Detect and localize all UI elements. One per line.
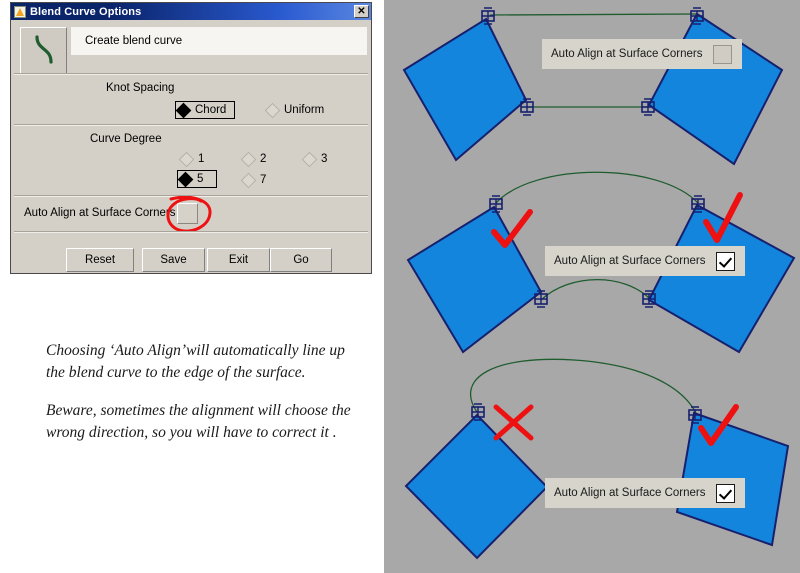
- surface-left: [402, 17, 528, 162]
- divider-1: [14, 73, 368, 75]
- auto-align-label: Auto Align at Surface Corners: [24, 207, 176, 219]
- app-icon: [14, 5, 26, 18]
- header-caption-text: Create blend curve: [85, 35, 183, 47]
- divider-4: [14, 231, 368, 233]
- blend-curve-top: [489, 13, 697, 16]
- radio-diamond-empty-icon: [178, 151, 195, 167]
- close-button[interactable]: ✕: [354, 5, 369, 18]
- corner-handle-icon: [642, 290, 656, 308]
- curve-degree-option-7[interactable]: 7: [240, 171, 278, 189]
- viewport-auto-align-box-unchecked[interactable]: Auto Align at Surface Corners: [542, 39, 742, 69]
- s-curve-icon-button[interactable]: [20, 27, 67, 74]
- panel-auto-align-off: [402, 7, 784, 166]
- viewport-auto-align-box-checked-2[interactable]: Auto Align at Surface Corners: [545, 478, 745, 508]
- radio-diamond-filled-icon: [175, 102, 192, 118]
- dialog-title: Blend Curve Options: [30, 5, 142, 18]
- curve-degree-3-label: 3: [321, 153, 328, 165]
- corner-handle-icon: [641, 98, 655, 116]
- curve-degree-option-5[interactable]: 5: [177, 170, 217, 188]
- radio-diamond-empty-icon: [240, 151, 257, 167]
- knot-spacing-option-uniform[interactable]: Uniform: [264, 101, 334, 119]
- dialog-body: Create blend curve Knot Spacing Chord Un…: [11, 20, 371, 273]
- radio-diamond-filled-icon: [177, 171, 194, 187]
- surface-right: [647, 12, 784, 166]
- knot-spacing-label: Knot Spacing: [106, 82, 175, 94]
- corner-handle-icon: [534, 290, 548, 308]
- dialog-header-row: Create blend curve: [11, 20, 371, 74]
- go-button[interactable]: Go: [270, 248, 332, 272]
- explanatory-caption: Choosing ‘Auto Align’will automatically …: [46, 340, 356, 444]
- radio-diamond-empty-icon: [264, 102, 281, 118]
- curve-degree-5-label: 5: [197, 173, 204, 185]
- close-icon: ✕: [357, 6, 366, 17]
- dialog-header-caption: Create blend curve: [71, 27, 367, 55]
- save-button[interactable]: Save: [142, 248, 205, 272]
- curve-degree-label: Curve Degree: [90, 133, 162, 145]
- auto-align-checkbox[interactable]: [177, 203, 198, 224]
- caption-paragraph-2: Beware, sometimes the alignment will cho…: [46, 402, 351, 441]
- divider-3: [14, 195, 368, 197]
- viewport-auto-align-checkbox-checked[interactable]: [715, 483, 735, 503]
- viewport-auto-align-checkbox-checked[interactable]: [715, 251, 735, 271]
- blend-curve: [470, 358, 697, 414]
- corner-handle-icon: [520, 98, 534, 116]
- corner-handle-icon: [489, 195, 503, 213]
- viewport-auto-align-label: Auto Align at Surface Corners: [551, 48, 703, 60]
- corner-handle-icon: [690, 7, 704, 25]
- viewport-auto-align-box-checked-1[interactable]: Auto Align at Surface Corners: [545, 246, 745, 276]
- corner-handle-icon: [688, 406, 702, 424]
- blend-curve-bottom: [540, 278, 651, 301]
- reset-button[interactable]: Reset: [66, 248, 134, 272]
- exit-button[interactable]: Exit: [207, 248, 270, 272]
- viewport-auto-align-checkbox-unchecked[interactable]: [712, 44, 732, 64]
- knot-spacing-uniform-label: Uniform: [284, 104, 325, 116]
- auto-align-row: Auto Align at Surface Corners: [11, 196, 371, 233]
- corner-handle-icon: [691, 195, 705, 213]
- radio-diamond-empty-icon: [240, 172, 257, 188]
- corner-handle-icon: [471, 403, 485, 421]
- curve-degree-2-label: 2: [260, 153, 267, 165]
- left-documentation-pane: Blend Curve Options ✕ Create blend curve…: [0, 0, 384, 573]
- s-curve-icon: [35, 35, 53, 64]
- viewport-illustrations: Auto Align at Surface Corners Auto Align…: [384, 0, 800, 573]
- curve-degree-7-label: 7: [260, 174, 267, 186]
- knot-spacing-option-chord[interactable]: Chord: [175, 101, 235, 119]
- dialog-titlebar[interactable]: Blend Curve Options ✕: [11, 3, 371, 20]
- curve-degree-option-3[interactable]: 3: [301, 150, 339, 168]
- blend-curve-options-dialog: Blend Curve Options ✕ Create blend curve…: [10, 2, 372, 274]
- radio-diamond-empty-icon: [301, 151, 318, 167]
- curve-degree-1-label: 1: [198, 153, 205, 165]
- curve-degree-option-1[interactable]: 1: [178, 150, 216, 168]
- red-cross-icon: [493, 404, 534, 441]
- caption-paragraph-1: Choosing ‘Auto Align’will automatically …: [46, 342, 345, 381]
- blend-curve-top: [495, 171, 699, 204]
- corner-handle-icon: [481, 7, 495, 25]
- curve-degree-option-2[interactable]: 2: [240, 150, 278, 168]
- knot-spacing-chord-label: Chord: [195, 104, 227, 116]
- viewport-auto-align-label: Auto Align at Surface Corners: [554, 487, 706, 499]
- viewport-auto-align-label: Auto Align at Surface Corners: [554, 255, 706, 267]
- divider-2: [14, 124, 368, 126]
